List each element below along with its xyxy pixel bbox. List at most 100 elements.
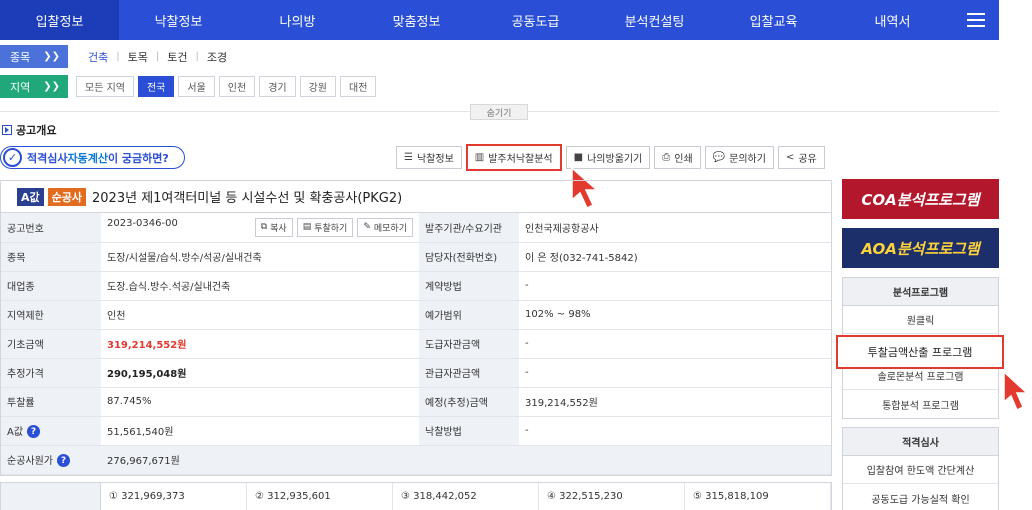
region-chip-gangwon[interactable]: 강원 — [299, 76, 337, 97]
row-value: 102% ~ 98% — [519, 300, 831, 330]
hide-filters-button[interactable]: 숨기기 — [470, 104, 528, 120]
chevron-right-icon: ❯❯ — [43, 81, 60, 92]
region-chip-incheon[interactable]: 인천 — [218, 76, 256, 97]
row-key: 추정가격 — [1, 358, 101, 388]
row-value: 51,561,540원 — [101, 416, 419, 446]
one-click-link[interactable]: 원클릭 — [843, 306, 998, 334]
nav-analysis-consulting[interactable]: 분석컨설팅 — [595, 0, 714, 40]
kind-tab-civil[interactable]: 토목 — [120, 49, 156, 65]
divider — [528, 111, 999, 112]
section-title: 공고개요 — [16, 124, 57, 137]
row-key: 관급자관금액 — [419, 358, 519, 388]
region-chip-all[interactable]: 모든 지역 — [76, 76, 134, 97]
row-value: - — [519, 358, 831, 388]
nav-award-info[interactable]: 낙찰정보 — [119, 0, 238, 40]
table-row: 공고번호 2023-0346-00 ⧉ 복사 ▤ 투찰하기 ✎ 메모하기 발주기관/수… — [1, 213, 831, 243]
chat-icon: 💬 — [712, 152, 726, 163]
region-chip-nationwide[interactable]: 전국 — [137, 76, 175, 97]
copy-icon: ⧉ — [260, 222, 268, 233]
a-value-badge: A값 — [17, 187, 44, 206]
row-key: 공고번호 — [1, 213, 101, 243]
action-bar: ☰ 낙찰정보 ▥ 발주처낙찰분석 ■ 나의방옮기기 ⎙ 인쇄 💬 문의하기 < … — [396, 144, 825, 171]
row-value: 도장/시설물/습식.방수/석공/실내건축 — [101, 242, 419, 272]
section-heading: 공고개요 — [2, 122, 56, 138]
integrated-analysis-link[interactable]: 통합분석 프로그램 — [843, 390, 998, 418]
bid-amount-calc-highlight[interactable]: 투찰금액산출 프로그램 — [836, 335, 1004, 369]
bid-limit-calc-link[interactable]: 입찰참여 한도액 간단계산 — [843, 456, 998, 484]
copy-button[interactable]: ⧉ 복사 — [254, 217, 293, 237]
nav-my-room[interactable]: 나의방 — [238, 0, 357, 40]
kind-tabs: 건축 | 토목 | 토건 | 조경 — [80, 49, 235, 65]
notice-details: 공고번호 2023-0346-00 ⧉ 복사 ▤ 투찰하기 ✎ 메모하기 발주기관/수… — [1, 213, 831, 475]
help-icon[interactable]: ? — [57, 454, 70, 468]
kind-tab-civil-arch[interactable]: 토건 — [159, 49, 195, 65]
coa-program-banner[interactable]: COA분석프로그램 — [842, 179, 999, 219]
qualification-panel: 적격심사 입찰참여 한도액 간단계산 공동도급 가능실적 확인 — [842, 427, 999, 510]
row-key: 투찰률 — [1, 387, 101, 417]
row-key: 계약방법 — [419, 271, 519, 301]
client-award-analysis-button[interactable]: ▥ 발주처낙찰분석 — [465, 144, 562, 171]
inquiry-label: 문의하기 — [729, 154, 766, 165]
bid-button[interactable]: ▤ 투찰하기 — [296, 217, 354, 237]
memo-button[interactable]: ✎ 메모하기 — [357, 217, 413, 237]
net-construction-badge: 순공사 — [47, 187, 87, 206]
nav-bid-info[interactable]: 입찰정보 — [0, 0, 119, 40]
row-key: 순공사원가 — [7, 455, 53, 467]
kind-tab-architecture[interactable]: 건축 — [80, 49, 116, 65]
move-to-my-room-label: 나의방옮기기 — [587, 154, 643, 165]
row-value: - — [519, 271, 831, 301]
print-button[interactable]: ⎙ 인쇄 — [654, 146, 701, 169]
nav-custom-info[interactable]: 맞춤정보 — [357, 0, 476, 40]
table-row: A값? 51,561,540원 낙찰방법 - — [1, 416, 831, 446]
notice-number: 2023-0346-00 — [107, 217, 178, 229]
row-key: 기초금액 — [1, 329, 101, 359]
joint-contract-check-link[interactable]: 공동도급 가능실적 확인 — [843, 484, 998, 510]
auto-calc-button[interactable]: ✓ 적격심사 자동계산 이 궁금하면? — [0, 146, 185, 169]
nav-statement[interactable]: 내역서 — [833, 0, 952, 40]
chevron-right-icon: ❯❯ — [43, 51, 60, 62]
award-info-button[interactable]: ☰ 낙찰정보 — [396, 146, 462, 169]
row-value: 87.745% — [101, 387, 419, 417]
region-filter-label[interactable]: 지역 ❯❯ — [0, 75, 68, 98]
row-key: A값 — [7, 426, 24, 438]
row-value: 인천 — [101, 300, 419, 330]
memo-label: 메모하기 — [373, 223, 407, 234]
panel-heading: 적격심사 — [843, 428, 998, 456]
row-value: 도장.습식.방수.석공/실내건축 — [101, 271, 419, 301]
panel-heading: 분석프로그램 — [843, 278, 998, 306]
region-chip-gyeonggi[interactable]: 경기 — [259, 76, 296, 97]
reserve-price-2: ② 312,935,601 — [247, 483, 393, 510]
copy-label: 복사 — [270, 223, 287, 234]
reserve-price-row: ① 321,969,373 ② 312,935,601 ③ 318,442,05… — [0, 482, 832, 510]
table-row: 종목 도장/시설물/습식.방수/석공/실내건축 담당자(전화번호) 이 은 정(… — [1, 242, 831, 272]
share-label: 공유 — [798, 154, 817, 165]
row-key: 예정(추정)금액 — [419, 387, 519, 417]
nav-joint-contract[interactable]: 공동도급 — [476, 0, 595, 40]
row-value: - — [519, 416, 831, 446]
rates-lead-cell — [1, 483, 101, 510]
row-value: - — [519, 329, 831, 359]
nav-bid-education[interactable]: 입찰교육 — [714, 0, 833, 40]
client-award-analysis-label: 발주처낙찰분석 — [488, 154, 553, 165]
share-button[interactable]: < 공유 — [777, 146, 825, 169]
reserve-price-1: ① 321,969,373 — [101, 483, 247, 510]
reserve-price-3: ③ 318,442,052 — [393, 483, 539, 510]
table-row: 지역제한 인천 예가범위 102% ~ 98% — [1, 300, 831, 330]
help-icon[interactable]: ? — [27, 425, 41, 439]
table-row: 기초금액 319,214,552원 도급자관금액 - — [1, 329, 831, 359]
kind-filter-label[interactable]: 종목 ❯❯ — [0, 45, 68, 68]
row-key: 도급자관금액 — [419, 329, 519, 359]
region-chip-daejeon[interactable]: 대전 — [340, 76, 377, 97]
region-chip-seoul[interactable]: 서울 — [178, 76, 215, 97]
reserve-price-5: ⑤ 315,818,109 — [685, 483, 831, 510]
kind-tab-landscape[interactable]: 조경 — [199, 49, 235, 65]
aoa-program-banner[interactable]: AOA분석프로그램 — [842, 228, 999, 268]
region-label-text: 지역 — [10, 80, 31, 94]
net-cost-key-cell: 순공사원가? — [1, 445, 101, 475]
row-key: 종목 — [1, 242, 101, 272]
menu-icon[interactable] — [952, 0, 999, 40]
notice-title: 2023년 제1여객터미널 등 시설수선 및 확충공사(PKG2) — [92, 191, 403, 206]
estimated-price-value: 290,195,048원 — [101, 358, 419, 388]
kind-filter-row: 종목 ❯❯ 건축 | 토목 | 토건 | 조경 — [0, 45, 235, 68]
inquiry-button[interactable]: 💬 문의하기 — [704, 146, 774, 169]
